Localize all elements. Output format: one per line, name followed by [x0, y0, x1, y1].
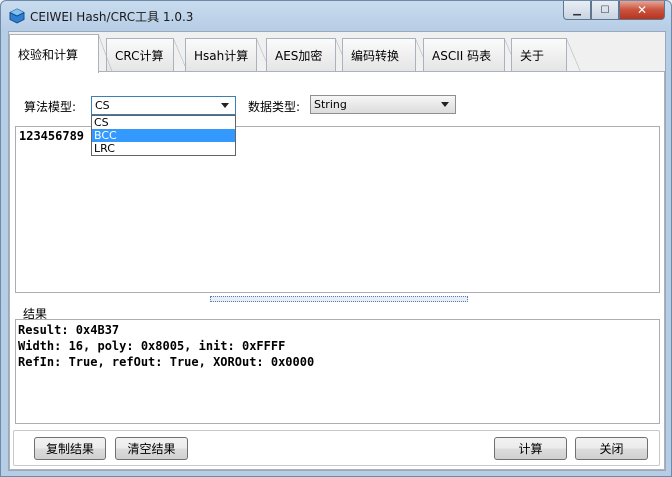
app-cube-icon	[9, 8, 25, 24]
algorithm-option-cs[interactable]: CS	[92, 116, 235, 129]
result-line: RefIn: True, refOut: True, XOROut: 0x000…	[18, 355, 315, 369]
result-textarea[interactable]: Result: 0x4B37 Width: 16, poly: 0x8005, …	[15, 319, 660, 424]
datatype-label: 数据类型:	[248, 100, 301, 114]
compute-button[interactable]: 计算	[494, 437, 567, 460]
tab-crc[interactable]: CRC计算	[106, 38, 187, 72]
clear-result-button[interactable]: 清空结果	[115, 437, 188, 460]
result-line: Result: 0x4B37	[18, 323, 120, 337]
algorithm-select[interactable]: CS	[91, 96, 236, 115]
datatype-select[interactable]: String	[310, 95, 456, 114]
input-text: 123456789	[19, 129, 85, 143]
algorithm-option-lrc[interactable]: LRC	[92, 142, 235, 155]
chevron-down-icon	[441, 102, 449, 107]
app-window: CEIWEI Hash/CRC工具 1.0.3 ▁ ☐ ✕ 校验和计算 CRC计…	[0, 0, 672, 477]
tab-encoding[interactable]: 编码转换	[342, 38, 429, 72]
close-button[interactable]: 关闭	[575, 437, 648, 460]
title-bar[interactable]: CEIWEI Hash/CRC工具 1.0.3 ▁ ☐ ✕	[1, 1, 671, 31]
close-window-button[interactable]: ✕	[619, 1, 665, 20]
algorithm-label: 算法模型:	[24, 100, 77, 114]
splitter-handle[interactable]	[210, 296, 468, 302]
copy-result-button[interactable]: 复制结果	[34, 437, 106, 460]
window-controls: ▁ ☐ ✕	[563, 1, 665, 21]
tab-about[interactable]: 关于	[511, 38, 580, 72]
algorithm-option-bcc[interactable]: BCC	[92, 129, 235, 142]
maximize-button[interactable]: ☐	[591, 1, 619, 20]
chevron-down-icon	[221, 103, 229, 108]
datatype-value: String	[314, 98, 347, 111]
algorithm-dropdown: CS BCC LRC	[91, 115, 236, 156]
action-bar: 复制结果 清空结果 计算 关闭	[13, 430, 660, 466]
minimize-button[interactable]: ▁	[563, 1, 591, 20]
tab-ascii[interactable]: ASCII 码表	[423, 38, 518, 72]
tab-strip: 校验和计算 CRC计算 Hsah计算 AES加密 编码转换 ASCII 码表 关…	[9, 34, 665, 73]
window-title: CEIWEI Hash/CRC工具 1.0.3	[30, 10, 194, 24]
client-area: 校验和计算 CRC计算 Hsah计算 AES加密 编码转换 ASCII 码表 关…	[8, 31, 666, 471]
tab-checksum[interactable]: 校验和计算	[9, 34, 112, 73]
algorithm-value: CS	[95, 99, 110, 112]
tab-hash[interactable]: Hsah计算	[185, 38, 270, 72]
result-line: Width: 16, poly: 0x8005, init: 0xFFFF	[18, 339, 286, 353]
tab-aes[interactable]: AES加密	[266, 38, 349, 72]
tab-page-checksum: 算法模型: CS CS BCC LRC 数据类型: String 1234567…	[9, 71, 665, 470]
